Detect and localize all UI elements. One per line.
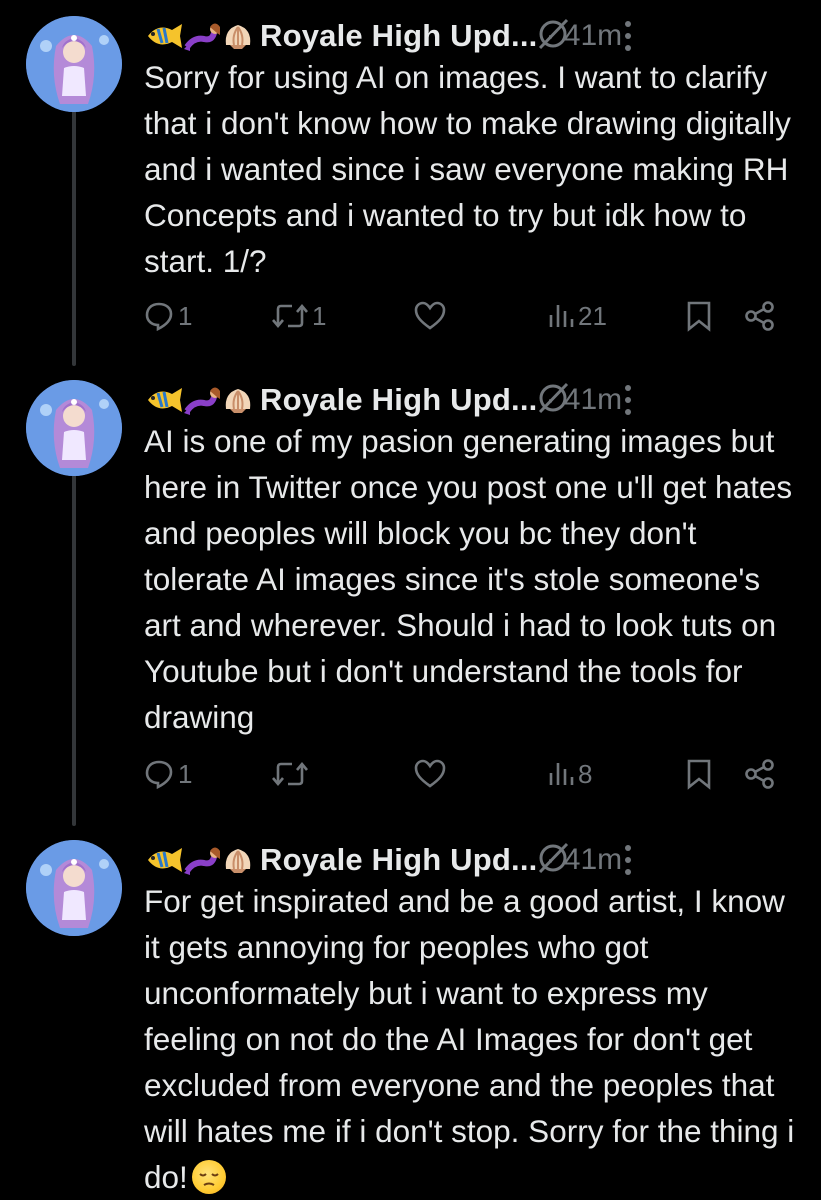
views-button[interactable]: 8	[548, 754, 592, 794]
avatar[interactable]	[26, 840, 122, 936]
views-button[interactable]: 21	[548, 296, 607, 336]
share-icon	[745, 301, 774, 331]
fish-emoji-icon	[148, 848, 182, 872]
name-emojis	[144, 385, 254, 415]
share-button[interactable]	[744, 754, 776, 794]
tweet-text: AI is one of my pasion generating images…	[144, 423, 793, 735]
shell-emoji-icon	[225, 849, 251, 873]
repost-button[interactable]: 1	[272, 296, 326, 336]
repost-count: 1	[312, 300, 327, 331]
repost-icon	[272, 303, 308, 329]
pensive-face-emoji-icon	[191, 1160, 226, 1194]
like-button[interactable]	[414, 296, 446, 336]
avatar-image	[26, 840, 122, 936]
bookmark-icon	[687, 759, 711, 790]
grok-icon[interactable]	[536, 840, 570, 876]
grok-icon[interactable]	[536, 16, 570, 52]
more-icon[interactable]	[622, 382, 634, 418]
reply-button[interactable]: 1	[144, 296, 192, 336]
tweet-text: Sorry for using AI on images. I want to …	[144, 59, 791, 279]
reply-icon	[145, 760, 173, 789]
views-count: 8	[578, 758, 593, 789]
tweet-thread: Royale High Upd... · 41m Sorry for using…	[0, 0, 821, 1200]
share-icon	[745, 759, 774, 789]
mermaid-emoji-icon	[184, 23, 220, 51]
reply-button[interactable]: 1	[144, 754, 192, 794]
views-icon	[549, 763, 574, 785]
views-count: 21	[578, 300, 607, 331]
reply-icon	[145, 302, 173, 331]
avatar[interactable]	[26, 16, 122, 112]
more-icon[interactable]	[622, 18, 634, 54]
repost-button[interactable]	[272, 754, 312, 794]
mermaid-emoji-icon	[184, 847, 220, 875]
bookmark-icon	[687, 301, 711, 332]
author-name[interactable]: Royale High Upd...	[260, 18, 537, 54]
views-icon	[549, 305, 574, 327]
tweet[interactable]: Royale High Upd... · 41m Sorry for using…	[0, 6, 821, 346]
repost-icon	[272, 761, 308, 787]
tweet[interactable]: Royale High Upd... · 41m AI is one of my…	[0, 370, 821, 810]
fish-emoji-icon	[148, 388, 182, 412]
shell-emoji-icon	[225, 389, 251, 413]
tweet-header: Royale High Upd... · 41m	[144, 378, 804, 422]
name-emojis	[144, 845, 254, 875]
fish-emoji-icon	[148, 24, 182, 48]
reply-count: 1	[178, 758, 193, 789]
heart-icon	[414, 301, 446, 330]
bookmark-button[interactable]	[686, 754, 712, 794]
tweet-header: Royale High Upd... · 41m	[144, 838, 804, 882]
reply-count: 1	[178, 300, 193, 331]
avatar-image	[26, 16, 122, 112]
heart-icon	[414, 759, 446, 788]
shell-emoji-icon	[225, 25, 251, 49]
tweet-text-content: For get inspirated and be a good artist,…	[144, 883, 795, 1195]
action-bar: 1 8	[144, 754, 784, 794]
mermaid-emoji-icon	[184, 387, 220, 415]
author-name[interactable]: Royale High Upd...	[260, 842, 537, 878]
name-emojis	[144, 21, 254, 51]
action-bar: 1 1 21	[144, 296, 784, 336]
share-button[interactable]	[744, 296, 776, 336]
avatar[interactable]	[26, 380, 122, 476]
like-button[interactable]	[414, 754, 446, 794]
grok-icon[interactable]	[536, 380, 570, 416]
tweet-header: Royale High Upd... · 41m	[144, 14, 804, 58]
bookmark-button[interactable]	[686, 296, 712, 336]
author-name[interactable]: Royale High Upd...	[260, 382, 537, 418]
more-icon[interactable]	[622, 842, 634, 878]
tweet[interactable]: Royale High Upd... · 41m For get inspira…	[0, 830, 821, 1200]
tweet-text: For get inspirated and be a good artist,…	[144, 878, 804, 1200]
avatar-image	[26, 380, 122, 476]
